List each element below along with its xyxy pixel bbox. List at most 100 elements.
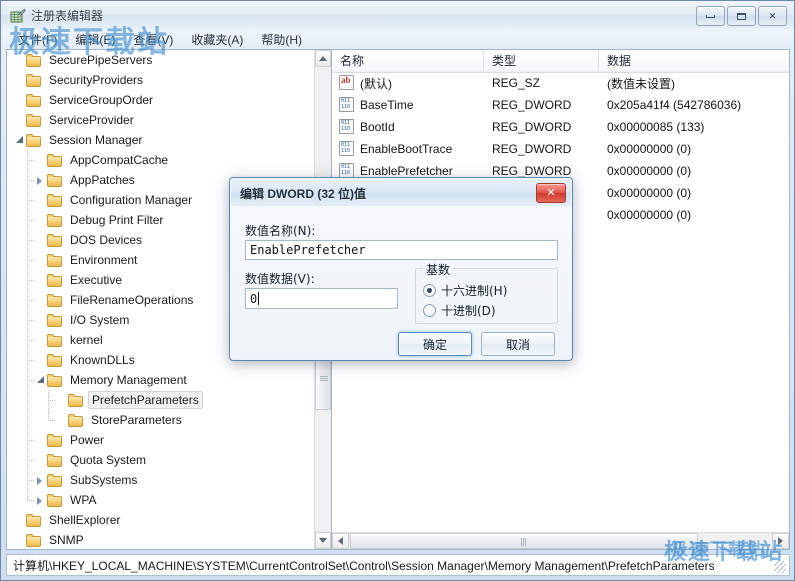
- cancel-button[interactable]: 取消: [481, 332, 555, 356]
- tree-no-expander: [35, 195, 46, 206]
- value-name-cell: (默认): [360, 76, 392, 91]
- dialog-close-button[interactable]: ✕: [536, 183, 566, 203]
- value-type-cell: REG_DWORD: [492, 142, 572, 156]
- tree-item-session-manager[interactable]: Session Manager: [7, 130, 314, 150]
- tree-no-expander: [35, 235, 46, 246]
- tree-item-label: StoreParameters: [91, 413, 182, 427]
- value-name-input[interactable]: EnablePrefetcher: [245, 240, 558, 260]
- tree-no-expander: [35, 355, 46, 366]
- menu-bar: 文件(F) 编辑(E) 查看(V) 收藏夹(A) 帮助(H): [1, 29, 794, 49]
- menu-help[interactable]: 帮助(H): [252, 29, 311, 50]
- tree-item-label: Memory Management: [70, 373, 187, 387]
- value-data-cell: 0x00000000 (0): [607, 186, 692, 200]
- folder-icon: [26, 73, 42, 87]
- folder-icon: [68, 413, 84, 427]
- tree-item-label: KnownDLLs: [70, 353, 135, 367]
- minimize-button[interactable]: [696, 6, 725, 26]
- menu-favorites[interactable]: 收藏夹(A): [182, 29, 252, 50]
- column-header-label: 名称: [340, 54, 365, 68]
- folder-icon: [47, 253, 63, 267]
- maximize-button[interactable]: [727, 6, 756, 26]
- dialog-title-bar[interactable]: 编辑 DWORD (32 位)值 ✕: [231, 179, 571, 206]
- tree-item-memory-management[interactable]: Memory Management: [7, 370, 314, 390]
- tree-connector-dash: [27, 280, 35, 281]
- values-column-type[interactable]: 类型: [484, 50, 599, 71]
- folder-icon: [26, 113, 42, 127]
- value-data-cell: 0x00000000 (0): [607, 208, 692, 222]
- radio-hexadecimal-label: 十六进制(H): [441, 284, 508, 298]
- edit-dword-dialog: 编辑 DWORD (32 位)值 ✕ 数值名称(N): EnablePrefet…: [229, 177, 573, 361]
- registry-path-text: 计算机\HKEY_LOCAL_MACHINE\SYSTEM\CurrentCon…: [13, 558, 715, 573]
- radio-decimal[interactable]: 十进制(D): [423, 302, 496, 319]
- tree-item-label: I/O System: [70, 313, 130, 327]
- column-header-label: 数据: [607, 54, 632, 68]
- tree-item-servicegrouporder[interactable]: ServiceGroupOrder: [7, 90, 314, 110]
- chevron-collapsed-icon[interactable]: [35, 495, 46, 506]
- tree-item-securityproviders[interactable]: SecurityProviders: [7, 70, 314, 90]
- folder-icon: [47, 313, 63, 327]
- folder-icon: [26, 93, 42, 107]
- menu-file[interactable]: 文件(F): [9, 29, 66, 50]
- tree-item-power[interactable]: Power: [7, 430, 314, 450]
- chevron-expanded-icon[interactable]: [14, 135, 25, 146]
- value-row[interactable]: (默认) REG_SZ (数值未设置): [332, 72, 789, 94]
- title-bar[interactable]: 注册表编辑器 ✕: [1, 1, 794, 29]
- base-group-label: 基数: [423, 261, 454, 278]
- menu-view[interactable]: 查看(V): [124, 29, 182, 50]
- binary-value-icon: [339, 163, 354, 178]
- chevron-right-icon: [778, 537, 783, 545]
- radio-hexadecimal[interactable]: 十六进制(H): [423, 282, 507, 299]
- tree-no-expander: [14, 115, 25, 126]
- tree-item-label: Environment: [70, 253, 138, 267]
- tree-no-expander: [56, 395, 67, 406]
- menu-edit[interactable]: 编辑(E): [66, 29, 124, 50]
- resize-grip-icon[interactable]: [774, 561, 786, 573]
- folder-icon: [47, 373, 63, 387]
- folder-icon: [47, 353, 63, 367]
- tree-item-securepipeservers[interactable]: SecurePipeServers: [7, 50, 314, 70]
- tree-scroll-up-button[interactable]: [315, 50, 331, 67]
- folder-icon: [26, 53, 42, 67]
- tree-scroll-down-button[interactable]: [315, 532, 331, 549]
- string-value-icon: [339, 75, 354, 90]
- value-row[interactable]: EnableBootTrace REG_DWORD 0x00000000 (0): [332, 138, 789, 160]
- value-row[interactable]: BootId REG_DWORD 0x00000085 (133): [332, 116, 789, 138]
- tree-item-label: ServiceGroupOrder: [49, 93, 154, 107]
- values-scrollbar-thumb[interactable]: [350, 533, 698, 549]
- chevron-collapsed-icon[interactable]: [35, 475, 46, 486]
- folder-icon: [47, 473, 63, 487]
- value-data-cell: 0x00000000 (0): [607, 142, 692, 156]
- tree-item-label: AppCompatCache: [70, 153, 169, 167]
- chevron-collapsed-icon[interactable]: [35, 175, 46, 186]
- values-column-name[interactable]: 名称: [332, 50, 484, 71]
- values-scroll-left-button[interactable]: [332, 533, 349, 549]
- tree-item-snmp[interactable]: SNMP: [7, 530, 314, 549]
- folder-icon: [26, 533, 42, 547]
- tree-item-subsystems[interactable]: SubSystems: [7, 470, 314, 490]
- tree-connector-dash: [27, 360, 35, 361]
- values-scroll-right-button[interactable]: [772, 533, 789, 549]
- tree-connector-dash: [27, 340, 35, 341]
- value-data-input[interactable]: 0: [245, 288, 398, 309]
- tree-item-appcompatcache[interactable]: AppCompatCache: [7, 150, 314, 170]
- binary-value-icon: [339, 141, 354, 156]
- close-button[interactable]: ✕: [758, 6, 787, 26]
- chevron-expanded-icon[interactable]: [35, 375, 46, 386]
- radio-decimal-label: 十进制(D): [441, 304, 496, 318]
- folder-icon: [47, 293, 63, 307]
- registry-editor-icon: [10, 8, 26, 24]
- ok-button[interactable]: 确定: [398, 332, 472, 356]
- tree-item-serviceprovider[interactable]: ServiceProvider: [7, 110, 314, 130]
- value-name-cell: EnablePrefetcher: [360, 164, 453, 178]
- tree-item-quota-system[interactable]: Quota System: [7, 450, 314, 470]
- tree-item-shellexplorer[interactable]: ShellExplorer: [7, 510, 314, 530]
- tree-item-label: SecurePipeServers: [49, 53, 153, 67]
- binary-value-icon: [339, 119, 354, 134]
- values-horizontal-scrollbar[interactable]: [332, 532, 789, 549]
- tree-no-expander: [35, 295, 46, 306]
- radio-hexadecimal-icon: [423, 284, 436, 297]
- tree-connector-dash: [27, 260, 35, 261]
- value-row[interactable]: BaseTime REG_DWORD 0x205a41f4 (542786036): [332, 94, 789, 116]
- values-column-data[interactable]: 数据: [599, 50, 789, 71]
- tree-item-wpa[interactable]: WPA: [7, 490, 314, 510]
